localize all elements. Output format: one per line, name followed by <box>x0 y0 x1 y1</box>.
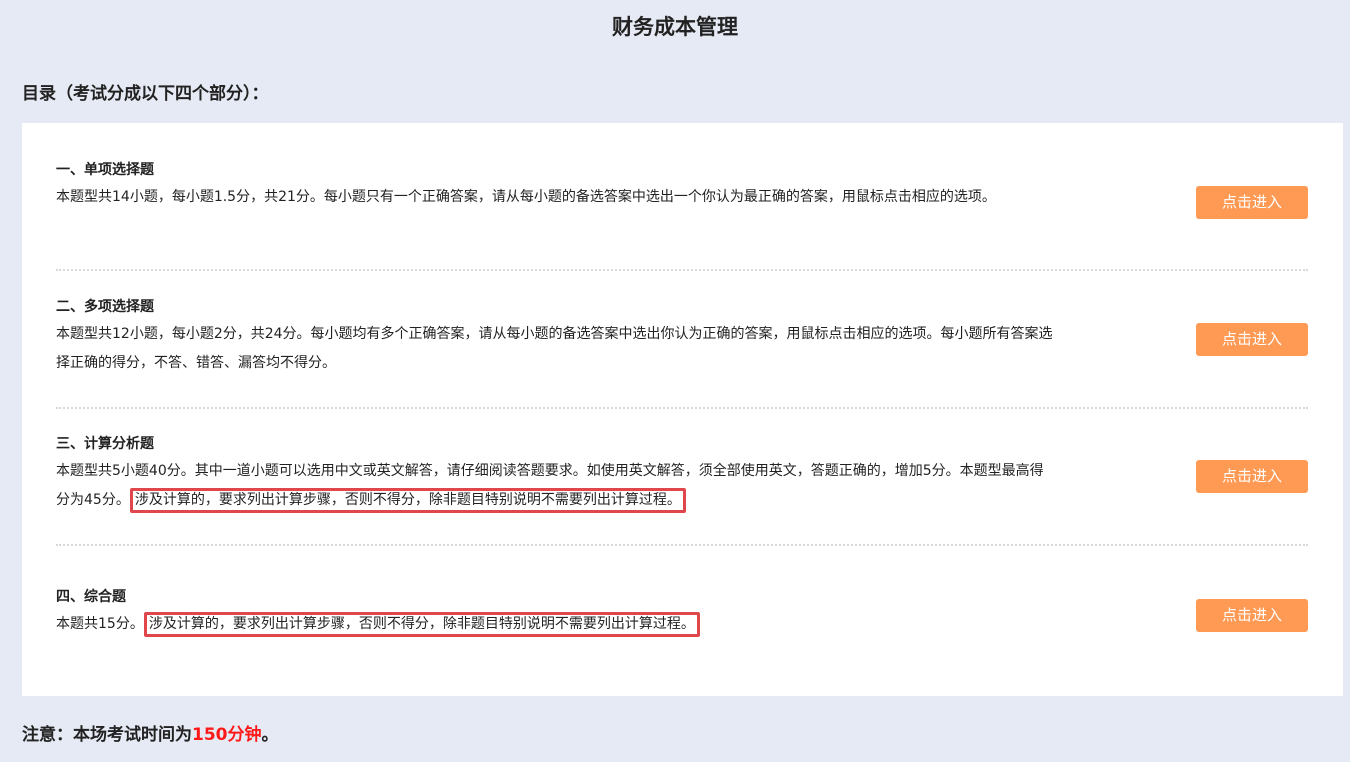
section-description: 本题型共12小题，每小题2分，共24分。每小题均有多个正确答案，请从每小题的备选… <box>56 320 1056 378</box>
enter-calculation-analysis-button[interactable]: 点击进入 <box>1196 460 1308 493</box>
section-description: 本题型共14小题，每小题1.5分，共21分。每小题只有一个正确答案，请从每小题的… <box>56 183 1056 212</box>
section-calculation-analysis: 三、计算分析题 本题型共5小题40分。其中一道小题可以选用中文或英文解答，请仔细… <box>56 431 1308 521</box>
section-title: 三、计算分析题 <box>56 436 154 452</box>
section-divider <box>56 269 1308 271</box>
section-title: 一、单项选择题 <box>56 162 154 178</box>
section-single-choice: 一、单项选择题 本题型共14小题，每小题1.5分，共21分。每小题只有一个正确答… <box>56 157 1308 247</box>
page-title: 财务成本管理 <box>612 15 738 39</box>
enter-multiple-choice-button[interactable]: 点击进入 <box>1196 323 1308 356</box>
section-description-text: 本题共15分。 <box>56 616 144 632</box>
section-description-text: 本题型共12小题，每小题2分，共24分。每小题均有多个正确答案，请从每小题的备选… <box>56 326 1053 371</box>
sections-card: 一、单项选择题 本题型共14小题，每小题1.5分，共21分。每小题只有一个正确答… <box>22 123 1343 696</box>
notice-prefix: 注意：本场考试时间为 <box>22 725 192 745</box>
enter-single-choice-button[interactable]: 点击进入 <box>1196 186 1308 219</box>
section-title: 二、多项选择题 <box>56 299 154 315</box>
section-multiple-choice: 二、多项选择题 本题型共12小题，每小题2分，共24分。每小题均有多个正确答案，… <box>56 294 1308 384</box>
exam-time-notice: 注意：本场考试时间为150分钟。 <box>22 720 279 750</box>
toc-heading: 目录（考试分成以下四个部分）： <box>22 84 269 104</box>
notice-suffix: 。 <box>261 725 279 745</box>
section-divider <box>56 407 1308 409</box>
section-title: 四、综合题 <box>56 589 126 605</box>
notice-time: 150分钟 <box>192 725 262 745</box>
highlighted-requirement: 涉及计算的，要求列出计算步骤，否则不得分，除非题目特别说明不需要列出计算过程。 <box>129 488 686 513</box>
section-comprehensive: 四、综合题 本题共15分。 涉及计算的，要求列出计算步骤，否则不得分，除非题目特别… <box>56 584 1308 654</box>
highlighted-requirement: 涉及计算的，要求列出计算步骤，否则不得分，除非题目特别说明不需要列出计算过程。 <box>143 612 700 637</box>
section-divider <box>56 544 1308 546</box>
section-description-text: 本题型共14小题，每小题1.5分，共21分。每小题只有一个正确答案，请从每小题的… <box>56 189 996 205</box>
section-description: 本题型共5小题40分。其中一道小题可以选用中文或英文解答，请仔细阅读答题要求。如… <box>56 457 1056 515</box>
enter-comprehensive-button[interactable]: 点击进入 <box>1196 599 1308 632</box>
section-description: 本题共15分。 涉及计算的，要求列出计算步骤，否则不得分，除非题目特别说明不需要列… <box>56 610 1056 639</box>
